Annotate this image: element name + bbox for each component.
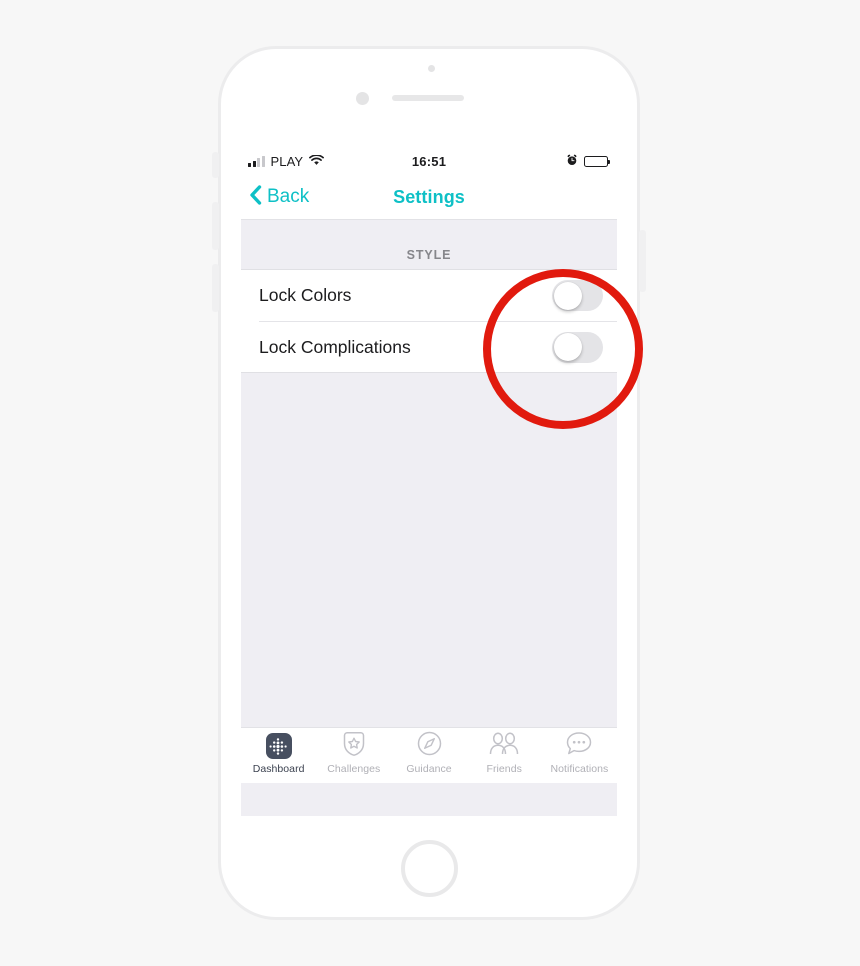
settings-row-lock-complications[interactable]: Lock Complications [259, 321, 617, 372]
chat-bubble-dots-icon [566, 731, 592, 761]
tab-label: Challenges [327, 763, 381, 775]
tab-icon [566, 732, 592, 760]
silent-switch[interactable] [212, 152, 219, 178]
toggle-knob [553, 333, 582, 361]
volume-up-button[interactable] [212, 202, 219, 250]
settings-group: Lock Colors Lock Complications [241, 269, 617, 373]
back-button[interactable]: Back [241, 184, 310, 210]
row-label: Lock Complications [259, 336, 411, 357]
alarm-clock-icon [566, 153, 578, 171]
two-people-icon [489, 732, 519, 761]
tab-bar: Dashboard Challenges Guidance Friends No… [241, 727, 617, 783]
back-button-label: Back [267, 186, 310, 207]
phone-screen: PLAY 16:51 Back Settings STYLE Lock Colo… [241, 148, 617, 816]
status-bar: PLAY 16:51 [241, 148, 617, 175]
settings-row-lock-colors[interactable]: Lock Colors [241, 270, 617, 321]
navigation-bar: Back Settings [241, 175, 617, 220]
tab-label: Dashboard [252, 763, 305, 775]
tab-dashboard[interactable]: Dashboard [241, 732, 316, 783]
compass-icon [417, 731, 442, 761]
tab-icon [489, 732, 519, 760]
tab-icon [342, 731, 366, 762]
tab-label: Guidance [406, 763, 452, 775]
tab-label: Notifications [550, 763, 609, 775]
chevron-left-icon [249, 184, 262, 210]
tab-guidance[interactable]: Guidance [391, 731, 466, 783]
toggle-knob [553, 281, 582, 310]
tab-notifications[interactable]: Notifications [542, 732, 617, 783]
settings-content: STYLE Lock Colors Lock Complications Das… [241, 220, 617, 783]
proximity-sensor [428, 65, 435, 72]
status-bar-time: 16:51 [411, 154, 447, 169]
tab-challenges[interactable]: Challenges [316, 731, 391, 783]
volume-down-button[interactable] [212, 264, 219, 312]
battery-icon [584, 156, 611, 167]
shield-star-icon [342, 731, 366, 762]
front-camera [356, 92, 369, 105]
section-header-label: STYLE [406, 248, 452, 262]
lock-complications-toggle[interactable] [552, 331, 603, 363]
tab-label: Friends [486, 763, 522, 775]
tab-icon [265, 732, 292, 760]
power-button[interactable] [639, 230, 646, 292]
lock-colors-toggle[interactable] [552, 280, 603, 311]
tab-friends[interactable]: Friends [467, 732, 542, 783]
fitbit-dots-icon [265, 733, 292, 759]
status-bar-right [566, 153, 611, 171]
home-button[interactable] [401, 840, 458, 897]
row-label: Lock Colors [259, 285, 352, 305]
earpiece-speaker [392, 95, 464, 101]
section-header: STYLE [241, 220, 617, 269]
tab-icon [417, 731, 442, 761]
